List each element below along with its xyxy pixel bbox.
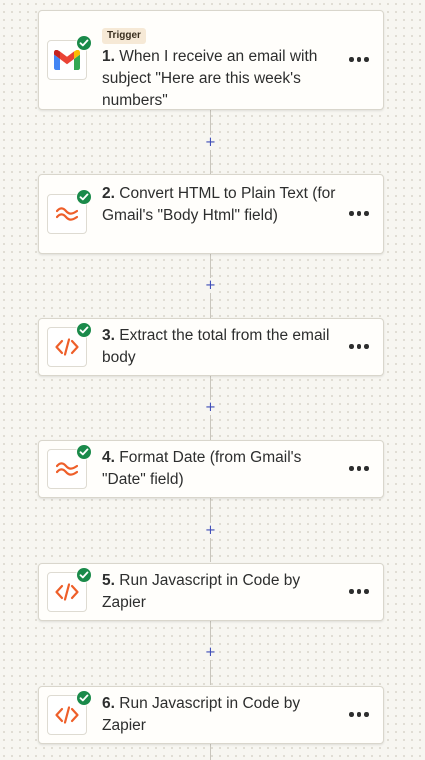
step-content: 6. Run Javascript in Code by Zapier	[102, 693, 343, 737]
more-options-icon[interactable]	[349, 589, 369, 595]
step-content: 5. Run Javascript in Code by Zapier	[102, 570, 343, 614]
app-icon-box	[47, 444, 92, 489]
more-options-icon[interactable]	[349, 344, 369, 350]
more-options-icon[interactable]	[349, 466, 369, 472]
step-title: When I receive an email with subject "He…	[102, 48, 318, 109]
add-step-button[interactable]: +	[203, 400, 218, 415]
step-content: 2. Convert HTML to Plain Text (for Gmail…	[102, 183, 343, 227]
add-step-button[interactable]: +	[203, 278, 218, 293]
step-number: 6.	[102, 695, 115, 712]
app-icon-box	[47, 189, 92, 234]
app-icon-box	[47, 567, 92, 612]
step-card-1[interactable]: Trigger 1. When I receive an email with …	[38, 10, 384, 110]
more-options-icon[interactable]	[349, 211, 369, 217]
app-icon-box	[47, 690, 92, 735]
success-check-icon	[76, 567, 92, 583]
step-card-3[interactable]: 3. Extract the total from the email body	[38, 318, 384, 376]
step-card-2[interactable]: 2. Convert HTML to Plain Text (for Gmail…	[38, 174, 384, 254]
gmail-icon	[54, 50, 80, 70]
step-title: Run Javascript in Code by Zapier	[102, 572, 301, 611]
step-card-4[interactable]: 4. Format Date (from Gmail's "Date" fiel…	[38, 440, 384, 498]
trigger-badge: Trigger	[102, 28, 146, 44]
add-step-button[interactable]: +	[203, 645, 218, 660]
success-check-icon	[76, 690, 92, 706]
success-check-icon	[76, 189, 92, 205]
step-title: Run Javascript in Code by Zapier	[102, 695, 301, 734]
more-options-icon[interactable]	[349, 712, 369, 718]
step-number: 1.	[102, 48, 115, 65]
success-check-icon	[76, 322, 92, 338]
add-step-button[interactable]: +	[203, 135, 218, 150]
step-content: 4. Format Date (from Gmail's "Date" fiel…	[102, 447, 343, 491]
step-title: Extract the total from the email body	[102, 327, 330, 366]
step-card-5[interactable]: 5. Run Javascript in Code by Zapier	[38, 563, 384, 621]
step-content: 3. Extract the total from the email body	[102, 325, 343, 369]
step-number: 2.	[102, 185, 115, 202]
step-number: 3.	[102, 327, 115, 344]
code-icon	[55, 583, 79, 601]
connector-line	[210, 744, 211, 760]
app-icon-box	[47, 322, 92, 367]
formatter-icon	[56, 462, 78, 476]
code-icon	[55, 338, 79, 356]
step-card-6[interactable]: 6. Run Javascript in Code by Zapier	[38, 686, 384, 744]
step-number: 5.	[102, 572, 115, 589]
success-check-icon	[76, 444, 92, 460]
step-number: 4.	[102, 449, 115, 466]
code-icon	[55, 706, 79, 724]
success-check-icon	[76, 35, 92, 51]
more-options-icon[interactable]	[349, 57, 369, 63]
formatter-icon	[56, 207, 78, 221]
step-title: Format Date (from Gmail's "Date" field)	[102, 449, 302, 488]
app-icon-box	[47, 35, 92, 80]
step-content: Trigger 1. When I receive an email with …	[102, 23, 343, 112]
step-title: Convert HTML to Plain Text (for Gmail's …	[102, 185, 336, 224]
add-step-button[interactable]: +	[203, 523, 218, 538]
